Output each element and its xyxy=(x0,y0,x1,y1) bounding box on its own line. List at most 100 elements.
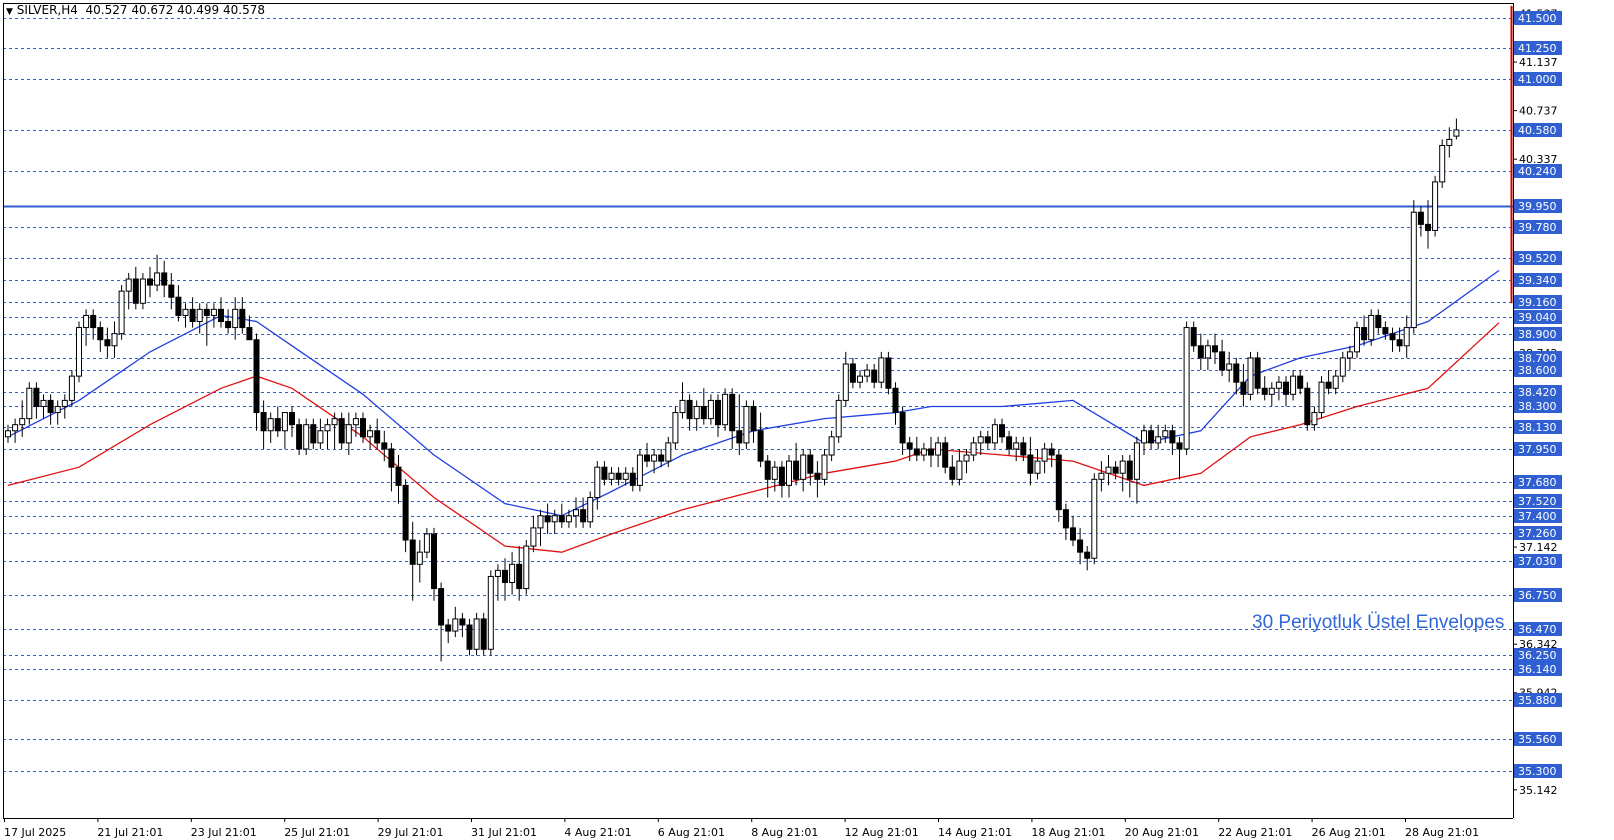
candle-body xyxy=(189,308,196,322)
candle-body xyxy=(594,466,601,499)
candle-body xyxy=(1247,357,1254,395)
candle-body xyxy=(125,278,132,292)
candle-body xyxy=(1325,381,1332,389)
candle-body xyxy=(906,442,913,450)
candle-body xyxy=(1389,333,1396,341)
candle xyxy=(487,570,494,656)
candle-body xyxy=(324,424,331,432)
candle-body xyxy=(274,418,281,432)
candle-body xyxy=(658,454,665,462)
candle-body xyxy=(1098,472,1105,480)
candle xyxy=(722,388,729,431)
candle-body xyxy=(466,624,473,650)
time-tick-label: 4 Aug 21:01 xyxy=(564,826,631,839)
level-price-label: 39.520 xyxy=(1518,252,1557,265)
candle xyxy=(1439,139,1446,188)
candle-body xyxy=(168,284,175,298)
candle-body xyxy=(842,363,849,401)
candle-body xyxy=(942,442,949,468)
level-price-label: 39.780 xyxy=(1518,221,1557,234)
candle-body xyxy=(750,405,757,432)
candle-body xyxy=(338,418,345,444)
candle-body xyxy=(729,393,736,432)
candle-body xyxy=(800,454,807,480)
candle-body xyxy=(1105,466,1112,474)
candle-body xyxy=(1112,466,1119,474)
candle-body xyxy=(83,314,90,329)
candle-body xyxy=(1077,539,1084,553)
candle-body xyxy=(203,308,210,316)
candle-body xyxy=(778,466,785,486)
candle-body xyxy=(139,278,146,304)
candle-body xyxy=(587,497,594,523)
candle-body xyxy=(76,327,82,377)
price-tick-label: 41.137 xyxy=(1519,56,1558,69)
candle-body xyxy=(509,563,516,584)
candle-body xyxy=(54,405,61,414)
candle-body xyxy=(175,296,182,316)
collapse-triangle-icon[interactable]: ▼ xyxy=(6,7,13,17)
level-price-label: 37.030 xyxy=(1518,555,1557,568)
level-price-label: 37.400 xyxy=(1518,510,1557,523)
candle-body xyxy=(963,454,970,462)
candle-body xyxy=(1183,327,1190,450)
candle xyxy=(636,448,643,492)
candle-body xyxy=(1425,223,1431,231)
candle-body xyxy=(388,448,395,468)
time-tick-label: 18 Aug 21:01 xyxy=(1031,826,1105,839)
candle-body xyxy=(665,442,672,462)
candle-body xyxy=(565,515,572,523)
candle-body xyxy=(459,618,466,626)
candle-body xyxy=(331,418,338,426)
candle-body xyxy=(821,454,828,480)
candle-body xyxy=(381,442,388,450)
candle-body xyxy=(360,418,366,438)
candle xyxy=(26,382,33,425)
time-tick-label: 8 Aug 21:01 xyxy=(751,826,818,839)
level-price-label: 35.880 xyxy=(1518,694,1557,707)
candle-body xyxy=(1041,448,1048,462)
candle-body xyxy=(423,533,430,553)
candle-body xyxy=(40,399,47,407)
candle-body xyxy=(786,460,792,486)
level-price-label: 41.500 xyxy=(1518,12,1557,25)
candle xyxy=(480,612,487,656)
candle-body xyxy=(1148,430,1155,444)
time-tick-label: 14 Aug 21:01 xyxy=(938,826,1012,839)
level-price-label: 41.000 xyxy=(1518,73,1557,86)
candle-body xyxy=(608,472,615,480)
candle-body xyxy=(736,430,743,444)
level-price-label: 37.950 xyxy=(1518,443,1557,456)
candle-body xyxy=(757,430,764,462)
candle-body xyxy=(147,278,153,286)
price-tick-label: 37.142 xyxy=(1519,541,1558,554)
candle-body xyxy=(864,369,871,377)
price-chart[interactable]: 41.53741.13740.73740.33739.94239.54239.1… xyxy=(0,0,1614,840)
level-price-label: 35.560 xyxy=(1518,733,1557,746)
candle-body xyxy=(1453,129,1460,137)
candle-body xyxy=(246,327,253,341)
candle-body xyxy=(771,466,778,480)
candle-body xyxy=(1417,211,1424,225)
candle-body xyxy=(1368,314,1375,341)
candle-body xyxy=(68,375,75,401)
candle-body xyxy=(218,308,224,322)
time-tick-label: 23 Jul 21:01 xyxy=(191,826,257,839)
candle-body xyxy=(573,509,579,517)
candle-body xyxy=(33,387,40,407)
candle-body xyxy=(1226,363,1233,371)
candle-body xyxy=(104,339,111,347)
envelope-annotation: 30 Periyotluk Üstel Envelopes xyxy=(1252,612,1505,633)
candle-body xyxy=(764,460,771,480)
candle-body xyxy=(19,418,26,426)
candle-body xyxy=(1027,454,1034,474)
candle-body xyxy=(317,430,324,444)
candle-body xyxy=(722,393,729,426)
candle-body xyxy=(928,448,934,456)
candle-body xyxy=(445,624,452,632)
candle xyxy=(523,540,530,595)
level-price-label: 36.750 xyxy=(1518,589,1557,602)
candle-body xyxy=(225,321,232,329)
candle xyxy=(743,400,750,449)
candle-body xyxy=(615,472,622,480)
